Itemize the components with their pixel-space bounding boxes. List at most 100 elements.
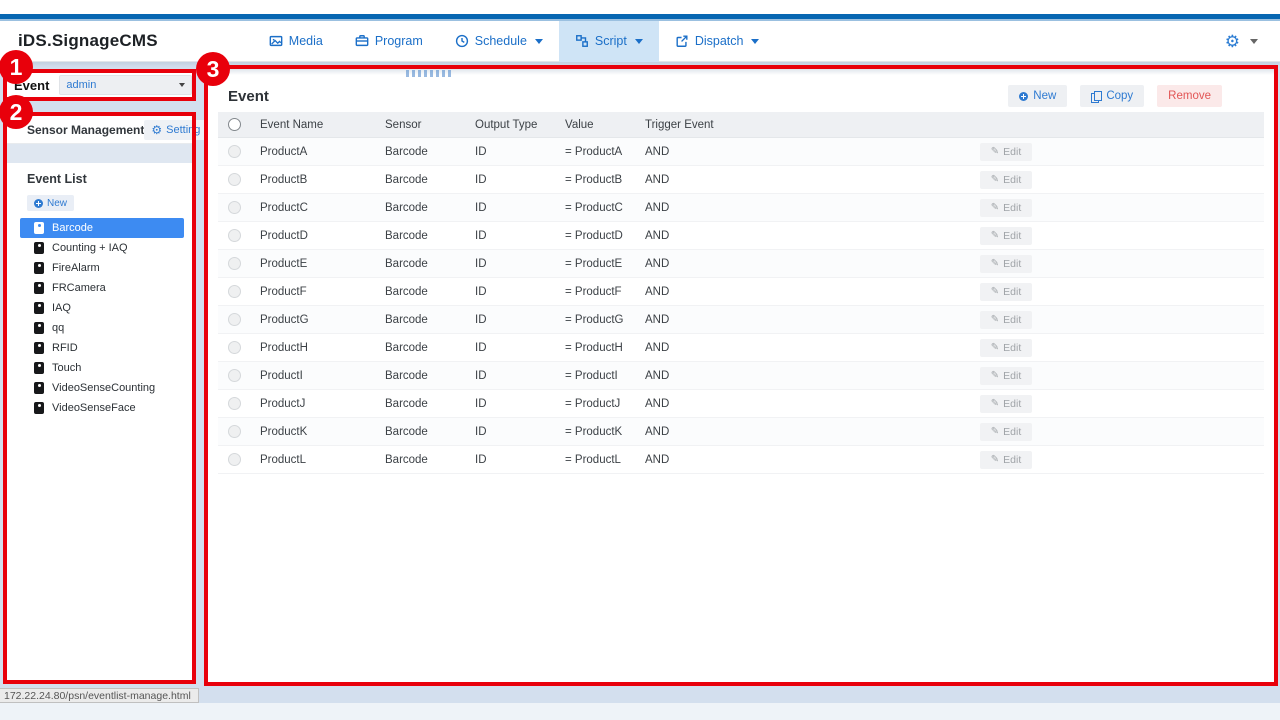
- edit-button-label: Edit: [1003, 174, 1021, 186]
- cell-event-name: ProductI: [254, 370, 379, 382]
- cell-output-type: ID: [469, 454, 559, 466]
- cell-value: = ProductI: [559, 370, 639, 382]
- edit-button-label: Edit: [1003, 454, 1021, 466]
- event-list-item-counting-iaq[interactable]: Counting + IAQ: [20, 238, 184, 258]
- row-select-radio[interactable]: [228, 397, 241, 410]
- cell-output-type: ID: [469, 230, 559, 242]
- nav-tab-schedule[interactable]: Schedule: [439, 21, 559, 62]
- edit-button-label: Edit: [1003, 146, 1021, 158]
- setting-button[interactable]: ⚙ Setting: [144, 120, 207, 140]
- row-select-radio[interactable]: [228, 201, 241, 214]
- event-list-item-qq[interactable]: qq: [20, 318, 184, 338]
- setting-button-label: Setting: [166, 124, 200, 136]
- row-select-radio[interactable]: [228, 341, 241, 354]
- sensor-file-icon: [34, 222, 44, 234]
- main-panel: Event New Copy Remove Event Name Sensor …: [208, 69, 1274, 683]
- cell-output-type: ID: [469, 426, 559, 438]
- event-list-item-barcode[interactable]: Barcode: [20, 218, 184, 238]
- cell-output-type: ID: [469, 314, 559, 326]
- cell-output-type: ID: [469, 202, 559, 214]
- edit-button[interactable]: ✎Edit: [980, 255, 1032, 273]
- edit-button[interactable]: ✎Edit: [980, 199, 1032, 217]
- event-list-item-label: Barcode: [52, 222, 93, 234]
- table-row: ProductDBarcodeID= ProductDAND✎Edit: [218, 222, 1264, 250]
- pencil-icon: ✎: [991, 146, 999, 157]
- sensor-file-icon: [34, 342, 44, 354]
- event-list-new-button[interactable]: New: [27, 195, 74, 211]
- edit-button[interactable]: ✎Edit: [980, 227, 1032, 245]
- event-table: Event Name Sensor Output Type Value Trig…: [218, 112, 1264, 474]
- row-select-radio[interactable]: [228, 285, 241, 298]
- sensor-file-icon: [34, 262, 44, 274]
- row-select-radio[interactable]: [228, 229, 241, 242]
- row-select-radio[interactable]: [228, 369, 241, 382]
- app-logo-bold: iDS.: [18, 31, 52, 50]
- edit-button-label: Edit: [1003, 286, 1021, 298]
- row-select-radio[interactable]: [228, 313, 241, 326]
- edit-button[interactable]: ✎Edit: [980, 283, 1032, 301]
- event-list-item-videosenseface[interactable]: VideoSenseFace: [20, 398, 184, 418]
- cell-trigger-event: AND: [639, 258, 980, 270]
- gear-icon: ⚙: [151, 123, 162, 137]
- cell-value: = ProductH: [559, 342, 639, 354]
- edit-button[interactable]: ✎ Edit: [980, 143, 1032, 161]
- event-list-item-frcamera[interactable]: FRCamera: [20, 278, 184, 298]
- settings-caret-icon[interactable]: [1250, 39, 1258, 44]
- new-button-label: New: [1033, 90, 1056, 102]
- sensor-file-icon: [34, 282, 44, 294]
- settings-gear-icon[interactable]: ⚙: [1225, 33, 1240, 50]
- edit-button[interactable]: ✎Edit: [980, 451, 1032, 469]
- table-body: ProductABarcodeID= ProductAAND✎EditProdu…: [218, 138, 1264, 474]
- row-select-radio[interactable]: [228, 257, 241, 270]
- cell-value: = ProductA: [559, 146, 639, 158]
- pencil-icon: ✎: [991, 370, 999, 381]
- event-list-item-label: FRCamera: [52, 282, 106, 294]
- table-row: ProductLBarcodeID= ProductLAND✎Edit: [218, 446, 1264, 474]
- event-list-item-label: RFID: [52, 342, 78, 354]
- program-icon: [355, 34, 369, 48]
- row-select-radio[interactable]: [228, 173, 241, 186]
- event-list-item-iaq[interactable]: IAQ: [20, 298, 184, 318]
- col-sensor: Sensor: [379, 119, 469, 131]
- nav-tab-media[interactable]: Media: [253, 21, 339, 62]
- window-top-margin: [0, 0, 1280, 14]
- cell-output-type: ID: [469, 342, 559, 354]
- cell-sensor: Barcode: [379, 258, 469, 270]
- cell-output-type: ID: [469, 398, 559, 410]
- event-list-item-firealarm[interactable]: FireAlarm: [20, 258, 184, 278]
- edit-button-label: Edit: [1003, 426, 1021, 438]
- row-select-radio[interactable]: [228, 453, 241, 466]
- nav-tab-dispatch[interactable]: Dispatch: [659, 21, 776, 62]
- remove-button[interactable]: Remove: [1157, 85, 1222, 107]
- event-selector-row: Event admin: [7, 73, 192, 97]
- row-select-radio[interactable]: [228, 145, 241, 158]
- col-output-type: Output Type: [469, 119, 559, 131]
- nav-tab-program[interactable]: Program: [339, 21, 439, 62]
- row-select-radio[interactable]: [228, 425, 241, 438]
- cell-event-name: ProductA: [254, 146, 379, 158]
- event-list-item-videosensecounting[interactable]: VideoSenseCounting: [20, 378, 184, 398]
- edit-button[interactable]: ✎Edit: [980, 339, 1032, 357]
- pencil-icon: ✎: [991, 230, 999, 241]
- cell-output-type: ID: [469, 370, 559, 382]
- table-row: ProductBBarcodeID= ProductBAND✎Edit: [218, 166, 1264, 194]
- edit-button[interactable]: ✎Edit: [980, 395, 1032, 413]
- select-all-radio[interactable]: [228, 118, 241, 131]
- sensor-file-icon: [34, 402, 44, 414]
- nav-tab-script[interactable]: Script: [559, 21, 659, 62]
- edit-button[interactable]: ✎Edit: [980, 367, 1032, 385]
- edit-button[interactable]: ✎Edit: [980, 311, 1032, 329]
- copy-icon: [1091, 91, 1101, 102]
- event-list-item-touch[interactable]: Touch: [20, 358, 184, 378]
- cell-sensor: Barcode: [379, 286, 469, 298]
- cell-value: = ProductC: [559, 202, 639, 214]
- copy-button[interactable]: Copy: [1080, 85, 1144, 107]
- pencil-icon: ✎: [991, 174, 999, 185]
- new-button[interactable]: New: [1008, 85, 1067, 107]
- bottom-fade: [0, 703, 1280, 720]
- edit-button[interactable]: ✎ Edit: [980, 171, 1032, 189]
- table-row: ProductFBarcodeID= ProductFAND✎Edit: [218, 278, 1264, 306]
- edit-button[interactable]: ✎Edit: [980, 423, 1032, 441]
- event-list-item-rfid[interactable]: RFID: [20, 338, 184, 358]
- user-select[interactable]: admin: [59, 75, 192, 95]
